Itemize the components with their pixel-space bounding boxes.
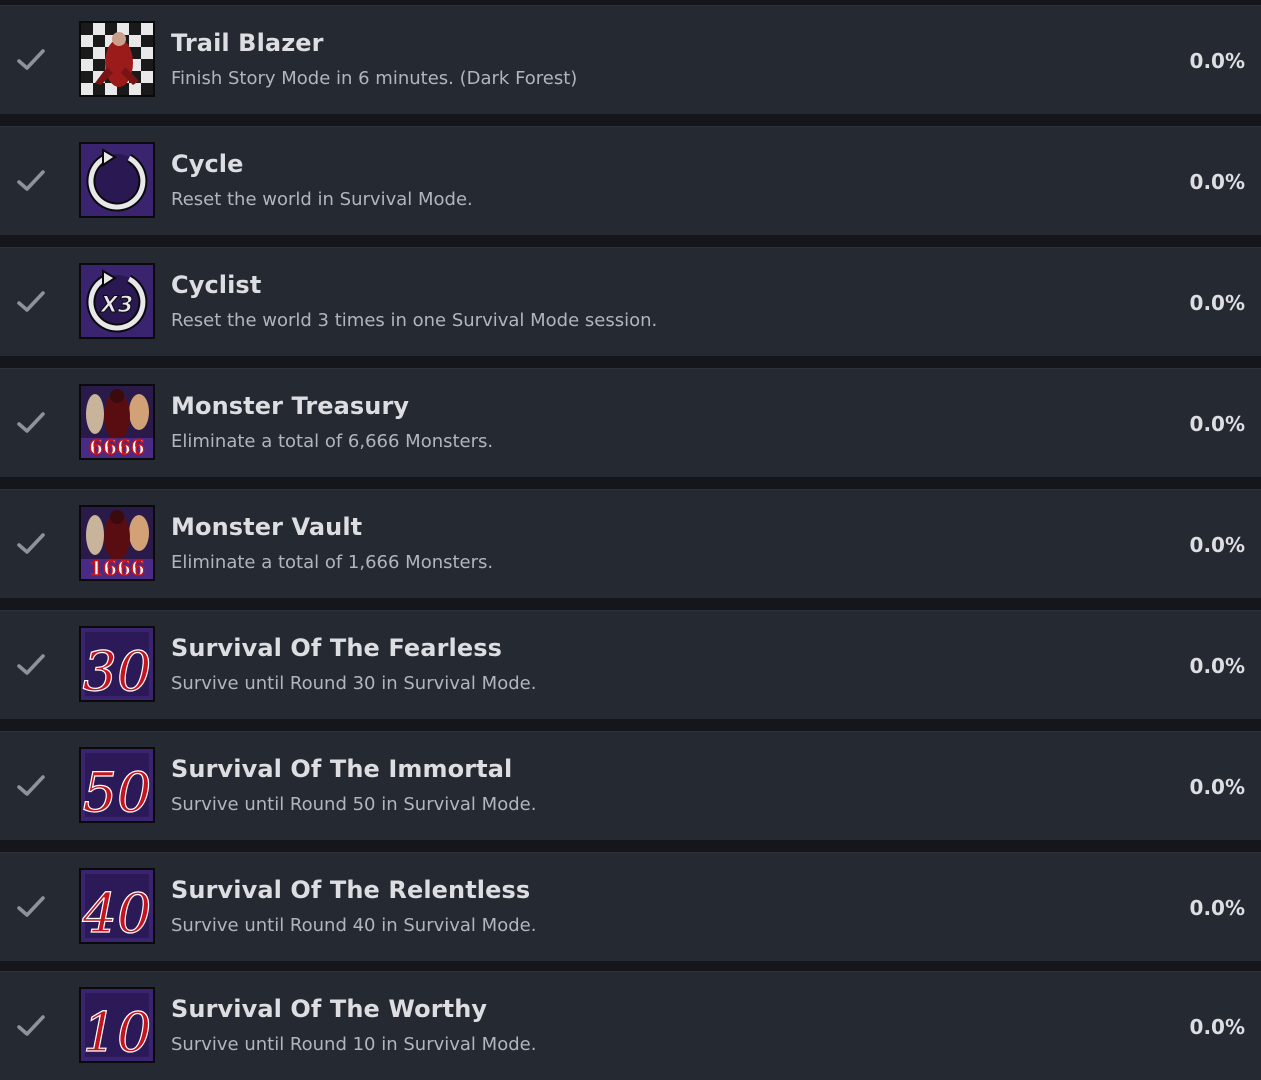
round-10-label: 10 [83, 1001, 152, 1061]
achievement-row[interactable]: 1666 Monster Vault Eliminate a total of … [0, 489, 1261, 598]
unlock-percentage: 0.0% [1189, 49, 1245, 73]
achievement-row[interactable]: 10 Survival Of The Worthy Survive until … [0, 971, 1261, 1080]
trail-blazer-icon [79, 21, 155, 97]
achievement-description: Survive until Round 30 in Survival Mode. [171, 673, 537, 694]
achievement-description: Finish Story Mode in 6 minutes. (Dark Fo… [171, 68, 578, 89]
achievement-description: Survive until Round 10 in Survival Mode. [171, 1034, 537, 1055]
round-30-icon: 30 [79, 626, 155, 702]
checkmark-icon [17, 1015, 45, 1036]
round-30-label: 30 [83, 640, 152, 700]
unlock-percentage: 0.0% [1189, 412, 1245, 436]
round-40-icon: 40 [79, 868, 155, 944]
monsters-6666-label: 6666 [89, 435, 145, 458]
achievement-row[interactable]: 6666 Monster Treasury Eliminate a total … [0, 368, 1261, 477]
achievement-description: Eliminate a total of 6,666 Monsters. [171, 431, 494, 452]
checkmark-icon [17, 896, 45, 917]
achievement-title: Survival Of The Worthy [171, 995, 488, 1023]
achievement-description: Survive until Round 50 in Survival Mode. [171, 794, 537, 815]
checkmark-icon [17, 170, 45, 191]
checkmark-icon [17, 412, 45, 433]
achievement-title: Monster Vault [171, 513, 363, 541]
achievement-title: Cyclist [171, 271, 262, 299]
cycle-arrow-icon [79, 142, 155, 218]
achievement-list: Trail Blazer Finish Story Mode in 6 minu… [0, 0, 1261, 1080]
monsters-1666-label: 1666 [89, 556, 145, 579]
checkmark-icon [17, 49, 45, 70]
achievement-description: Survive until Round 40 in Survival Mode. [171, 915, 537, 936]
unlock-percentage: 0.0% [1189, 1015, 1245, 1039]
achievement-description: Reset the world 3 times in one Survival … [171, 310, 658, 331]
unlock-percentage: 0.0% [1189, 775, 1245, 799]
achievement-title: Trail Blazer [171, 29, 324, 57]
achievement-row[interactable]: 50 Survival Of The Immortal Survive unti… [0, 731, 1261, 840]
achievement-row[interactable]: Cycle Reset the world in Survival Mode. … [0, 126, 1261, 235]
achievement-row[interactable]: 30 Survival Of The Fearless Survive unti… [0, 610, 1261, 719]
unlock-percentage: 0.0% [1189, 291, 1245, 315]
round-50-label: 50 [83, 761, 152, 821]
achievement-title: Cycle [171, 150, 244, 178]
checkmark-icon [17, 654, 45, 675]
checkmark-icon [17, 291, 45, 312]
achievement-row[interactable]: Trail Blazer Finish Story Mode in 6 minu… [0, 5, 1261, 114]
achievement-row[interactable]: X3 Cyclist Reset the world 3 times in on… [0, 247, 1261, 356]
unlock-percentage: 0.0% [1189, 896, 1245, 920]
cycle-x3-label: X3 [99, 293, 133, 318]
monsters-6666-icon: 6666 [79, 384, 155, 460]
achievement-title: Monster Treasury [171, 392, 410, 420]
checkmark-icon [17, 775, 45, 796]
achievement-description: Reset the world in Survival Mode. [171, 189, 473, 210]
checkmark-icon [17, 533, 45, 554]
achievement-description: Eliminate a total of 1,666 Monsters. [171, 552, 494, 573]
monsters-1666-icon: 1666 [79, 505, 155, 581]
unlock-percentage: 0.0% [1189, 654, 1245, 678]
achievement-title: Survival Of The Fearless [171, 634, 502, 662]
achievement-title: Survival Of The Relentless [171, 876, 531, 904]
round-50-icon: 50 [79, 747, 155, 823]
achievement-title: Survival Of The Immortal [171, 755, 513, 783]
achievement-row[interactable]: 40 Survival Of The Relentless Survive un… [0, 852, 1261, 961]
cycle-x3-icon: X3 [79, 263, 155, 339]
unlock-percentage: 0.0% [1189, 170, 1245, 194]
round-40-label: 40 [82, 882, 152, 942]
round-10-icon: 10 [79, 987, 155, 1063]
unlock-percentage: 0.0% [1189, 533, 1245, 557]
